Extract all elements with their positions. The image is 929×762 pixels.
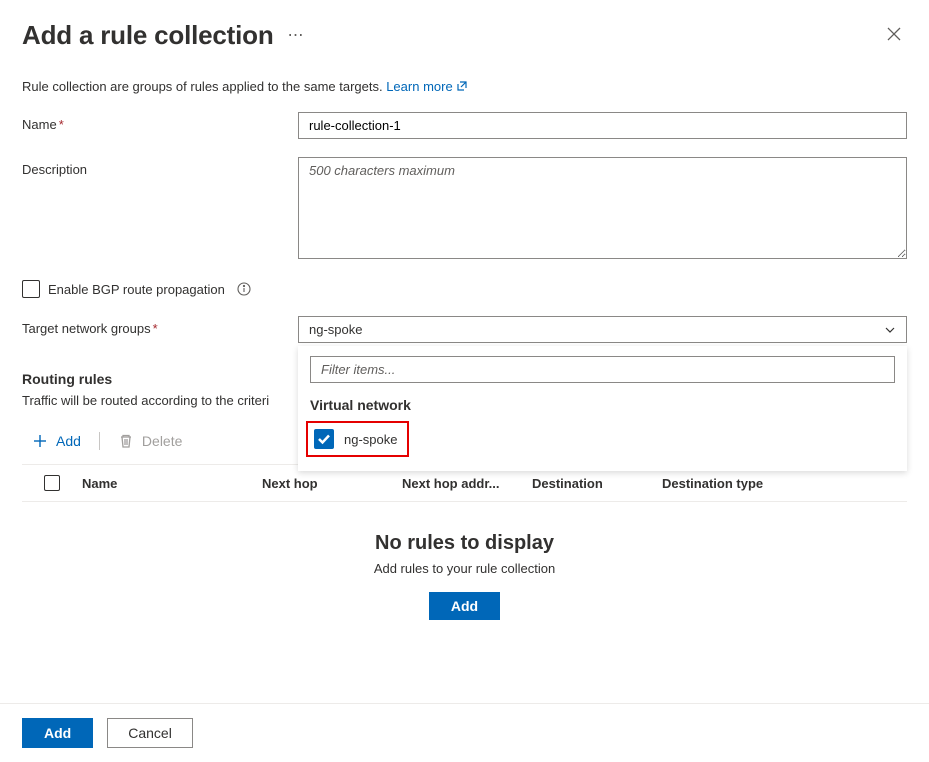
external-link-icon [456,80,468,92]
target-value: ng-spoke [309,322,362,337]
name-label: Name* [22,112,298,132]
description-input[interactable] [298,157,907,259]
intro-text: Rule collection are groups of rules appl… [22,79,907,94]
info-icon[interactable] [237,282,251,296]
dropdown-group-label: Virtual network [298,391,907,417]
page-title: Add a rule collection [22,20,274,51]
name-input[interactable] [298,112,907,139]
more-menu-button[interactable]: ⋯ [284,24,308,48]
bgp-checkbox[interactable] [22,280,40,298]
footer-cancel-button[interactable]: Cancel [107,718,193,748]
toolbar-separator [99,432,100,450]
col-next-hop-addr: Next hop addr... [402,476,532,491]
bgp-label: Enable BGP route propagation [48,282,225,297]
plus-icon [32,433,48,449]
dropdown-option-ng-spoke[interactable]: ng-spoke [306,421,409,457]
close-button[interactable] [881,21,907,50]
add-rule-button[interactable]: Add [32,433,81,449]
delete-rule-button[interactable]: Delete [118,433,182,449]
trash-icon [118,433,134,449]
target-select[interactable]: ng-spoke [298,316,907,343]
col-destination: Destination [532,476,662,491]
learn-more-link[interactable]: Learn more [386,79,468,94]
footer-add-button[interactable]: Add [22,718,93,748]
chevron-down-icon [884,324,896,336]
target-label: Target network groups* [22,316,298,336]
checkbox-checked-icon [314,429,334,449]
description-label: Description [22,157,298,177]
dropdown-option-label: ng-spoke [344,432,397,447]
empty-title: No rules to display [22,532,907,555]
col-next-hop: Next hop [262,476,402,491]
close-icon [887,27,901,41]
target-dropdown: Virtual network ng-spoke [298,346,907,471]
empty-sub: Add rules to your rule collection [22,561,907,576]
empty-add-button[interactable]: Add [429,592,500,620]
select-all-checkbox[interactable] [44,475,60,491]
col-destination-type: Destination type [662,476,907,491]
dropdown-filter-input[interactable] [310,356,895,383]
col-name: Name [82,476,262,491]
